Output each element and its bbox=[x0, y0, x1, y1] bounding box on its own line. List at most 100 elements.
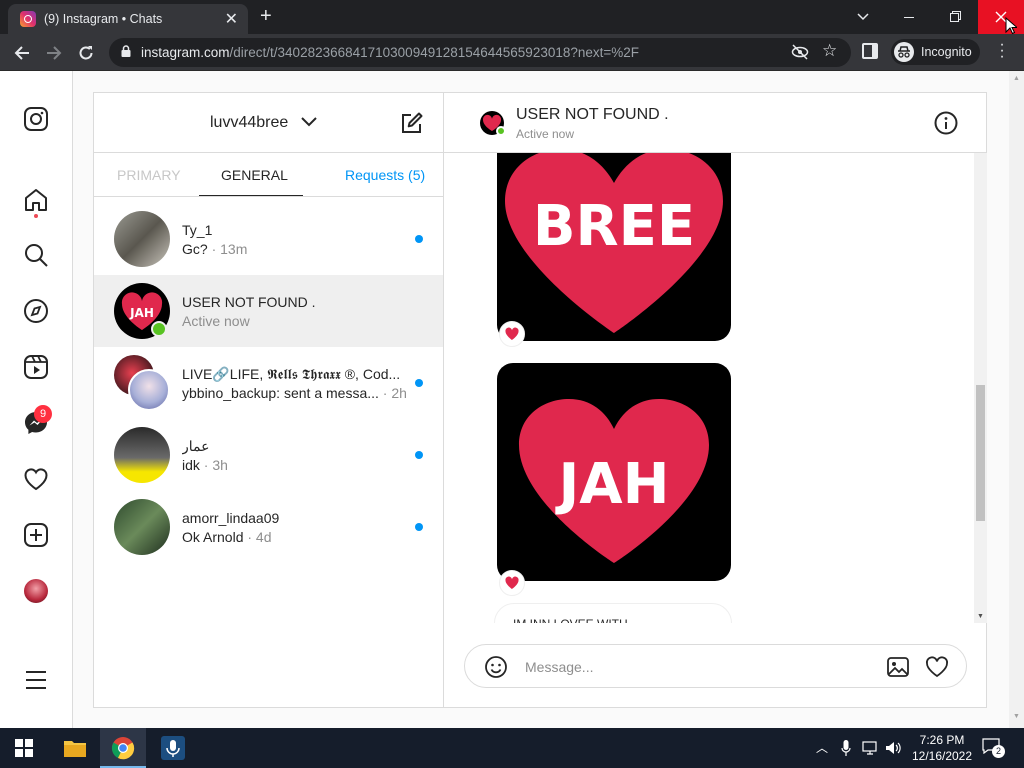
active-tab-indicator bbox=[199, 195, 303, 196]
lock-icon[interactable] bbox=[121, 45, 131, 57]
action-center-button[interactable]: 2 bbox=[982, 738, 1005, 758]
direct-messages-panel: luvv44bree PRIMARY GENERAL Requests (5) … bbox=[93, 92, 987, 708]
notifications-heart-icon[interactable] bbox=[23, 466, 49, 492]
tab-search-chevron-icon[interactable] bbox=[840, 0, 886, 34]
chat-title[interactable]: USER NOT FOUND . bbox=[516, 106, 669, 124]
thread-preview: ybbino_backup: sent a messa... · 2h bbox=[182, 385, 407, 401]
tracking-blocked-eye-icon[interactable] bbox=[791, 44, 809, 60]
more-menu-icon[interactable] bbox=[23, 667, 49, 693]
window-close-button[interactable] bbox=[978, 0, 1024, 34]
thread-row[interactable]: Ty_1 Gc? · 13m bbox=[94, 203, 443, 275]
account-switcher[interactable]: luvv44bree bbox=[210, 114, 317, 132]
file-explorer-taskbar-icon[interactable] bbox=[52, 728, 98, 768]
incognito-profile-button[interactable]: Incognito bbox=[891, 39, 980, 65]
incognito-icon bbox=[894, 42, 914, 62]
scrollbar-thumb[interactable] bbox=[976, 385, 985, 521]
message-input[interactable]: Message... bbox=[525, 659, 593, 675]
inbox-column: luvv44bree PRIMARY GENERAL Requests (5) … bbox=[94, 93, 444, 707]
thread-preview: Ok Arnold · 4d bbox=[182, 529, 272, 545]
chrome-taskbar-icon[interactable] bbox=[100, 728, 146, 768]
chat-status: Active now bbox=[516, 127, 575, 141]
explore-compass-icon[interactable] bbox=[23, 298, 49, 324]
create-plus-icon[interactable] bbox=[23, 522, 49, 548]
minimize-button[interactable] bbox=[886, 0, 932, 34]
unread-dot bbox=[415, 451, 423, 459]
page-scroll-up-arrow[interactable]: ▲ bbox=[1013, 75, 1020, 82]
online-status-dot bbox=[496, 126, 506, 136]
tab-close-icon[interactable]: ✕ bbox=[225, 9, 238, 29]
browser-toolbar: instagram.com/direct/t/34028236684171030… bbox=[0, 34, 1024, 71]
profile-avatar[interactable] bbox=[24, 579, 48, 603]
thread-name: USER NOT FOUND . bbox=[182, 294, 316, 310]
shared-image-bree[interactable]: BREE bbox=[497, 153, 731, 341]
reload-button[interactable] bbox=[73, 40, 99, 66]
svg-text:JAH: JAH bbox=[129, 306, 154, 320]
browser-tab[interactable]: (9) Instagram • Chats ✕ bbox=[8, 4, 248, 34]
address-bar[interactable]: instagram.com/direct/t/34028236684171030… bbox=[109, 38, 851, 67]
microphone-icon[interactable] bbox=[841, 740, 851, 756]
scroll-down-arrow[interactable]: ▼ bbox=[977, 613, 984, 620]
clock-time: 7:26 PM bbox=[919, 733, 965, 747]
message-composer: Message... bbox=[464, 644, 967, 688]
taskbar-clock[interactable]: 7:26 PM 12/16/2022 bbox=[906, 732, 978, 764]
like-heart-icon[interactable] bbox=[925, 655, 949, 679]
start-button[interactable] bbox=[0, 728, 46, 768]
chat-scrollbar[interactable]: ▼ bbox=[974, 153, 987, 623]
chevron-down-icon bbox=[301, 117, 317, 127]
new-tab-button[interactable]: + bbox=[260, 5, 272, 28]
shared-image-jah[interactable]: JAH bbox=[497, 363, 731, 581]
new-message-compose-icon[interactable] bbox=[400, 111, 424, 135]
browser-menu-icon[interactable]: · · · bbox=[997, 37, 1007, 65]
home-icon[interactable] bbox=[23, 187, 49, 213]
thread-row[interactable]: عمار idk · 3h bbox=[94, 419, 443, 491]
home-notification-dot bbox=[34, 214, 38, 218]
instagram-sidebar: 9 bbox=[0, 71, 73, 728]
restore-button[interactable] bbox=[932, 0, 978, 34]
clock-date: 12/16/2022 bbox=[911, 749, 973, 763]
voice-recorder-taskbar-icon[interactable] bbox=[150, 728, 196, 768]
browser-tab-strip: (9) Instagram • Chats ✕ + bbox=[0, 0, 1024, 34]
notification-count-badge: 2 bbox=[992, 745, 1005, 758]
inbox-tabs: PRIMARY GENERAL Requests (5) bbox=[94, 153, 443, 197]
instagram-logo-icon[interactable] bbox=[23, 106, 49, 132]
reaction-heart[interactable] bbox=[499, 570, 525, 596]
thread-row-group[interactable]: LIVE🔗LIFE, 𝕽𝖊𝖑𝖑𝖘 𝕿𝖍𝖗𝖆𝖝𝖝 ®, Cod... ybbino… bbox=[94, 347, 443, 419]
side-panel-icon[interactable] bbox=[862, 43, 878, 59]
thread-row-selected[interactable]: JAH USER NOT FOUND . Active now bbox=[94, 275, 443, 347]
reaction-heart[interactable] bbox=[499, 321, 525, 347]
thread-preview: Gc? · 13m bbox=[182, 241, 248, 257]
add-photo-icon[interactable] bbox=[886, 655, 910, 679]
chat-header: USER NOT FOUND . Active now bbox=[444, 93, 987, 153]
thread-preview: idk · 3h bbox=[182, 457, 228, 473]
unread-dot bbox=[415, 523, 423, 531]
show-hidden-icons-chevron[interactable]: ︿ bbox=[816, 739, 828, 756]
url-text: instagram.com/direct/t/34028236684171030… bbox=[141, 45, 640, 60]
search-icon[interactable] bbox=[23, 242, 49, 268]
tab-requests[interactable]: Requests (5) bbox=[345, 167, 425, 183]
thread-row[interactable]: amorr_lindaa09 Ok Arnold · 4d bbox=[94, 491, 443, 563]
emoji-icon[interactable] bbox=[484, 655, 508, 679]
tab-primary[interactable]: PRIMARY bbox=[117, 167, 181, 183]
unread-dot bbox=[415, 379, 423, 387]
message-thread: BREE JAH IM INN LOVEE WITH ▼ bbox=[444, 153, 987, 623]
conversation-info-icon[interactable] bbox=[934, 111, 958, 135]
tab-general[interactable]: GENERAL bbox=[221, 167, 288, 183]
inbox-header: luvv44bree bbox=[94, 93, 443, 153]
volume-icon[interactable] bbox=[885, 740, 903, 756]
image-text-jah: JAH bbox=[554, 452, 669, 517]
network-icon[interactable] bbox=[862, 740, 880, 756]
page-scrollbar[interactable]: ▲ ▼ bbox=[1009, 71, 1024, 728]
page-viewport: 9 luvv44bree PRIMARY GENERAL Requests (5… bbox=[0, 71, 1024, 728]
unread-dot bbox=[415, 235, 423, 243]
bookmark-star-icon[interactable]: ☆ bbox=[822, 41, 837, 61]
forward-button[interactable] bbox=[41, 40, 67, 66]
group-avatar-front bbox=[128, 369, 170, 411]
reels-icon[interactable] bbox=[23, 354, 49, 380]
message-bubble[interactable]: IM INN LOVEE WITH bbox=[494, 603, 732, 623]
online-status-dot bbox=[151, 321, 167, 337]
back-button[interactable] bbox=[9, 40, 35, 66]
thread-name: Ty_1 bbox=[182, 222, 213, 238]
page-scroll-down-arrow[interactable]: ▼ bbox=[1013, 713, 1020, 720]
thread-avatar bbox=[114, 211, 170, 267]
thread-status: Active now bbox=[182, 313, 250, 329]
